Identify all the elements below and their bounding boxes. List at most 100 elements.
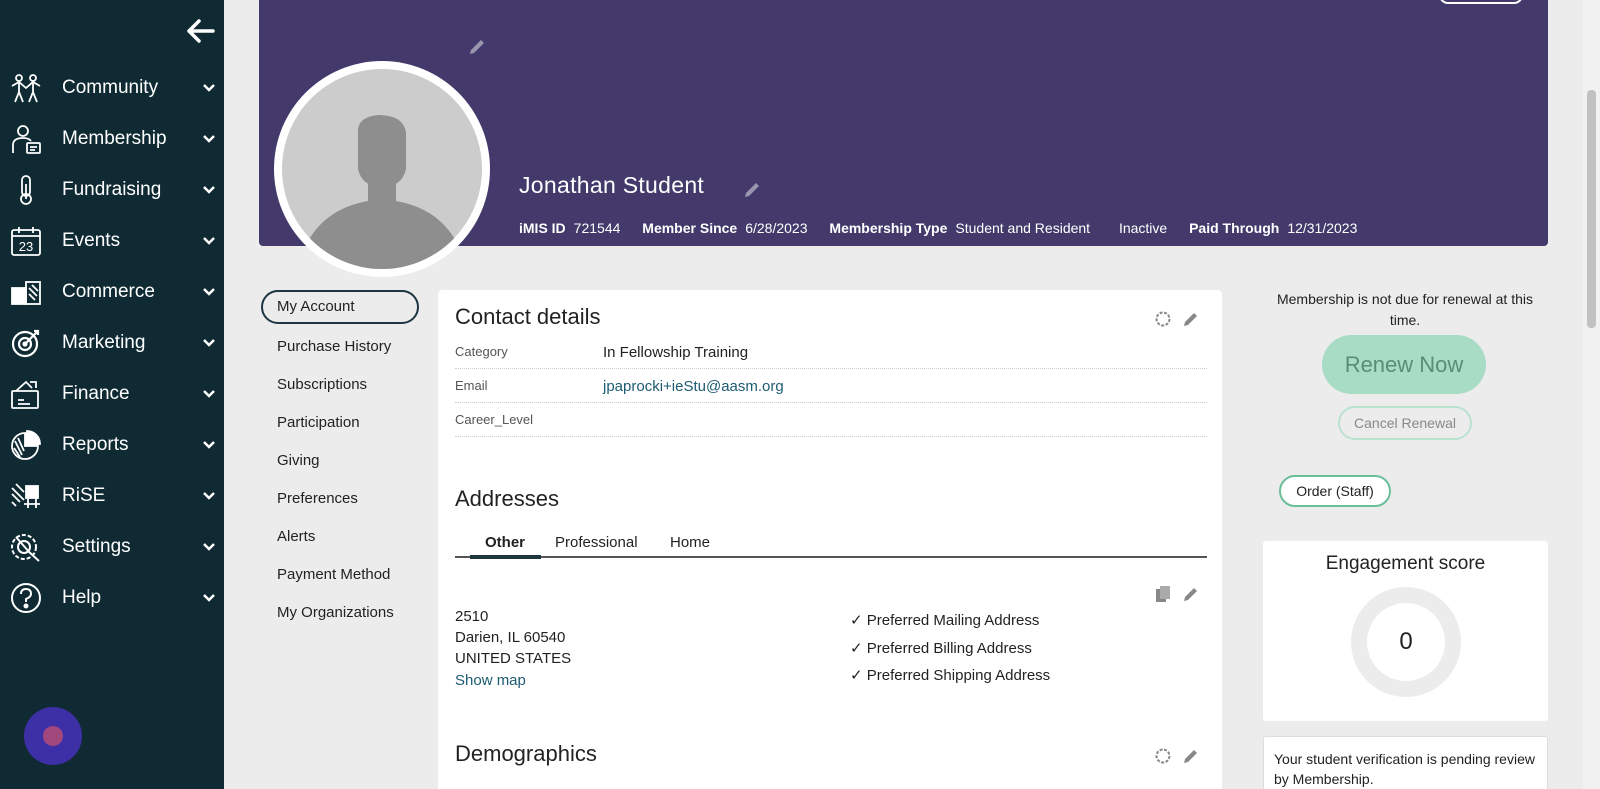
sidebar-item-label: Community: [62, 77, 159, 98]
page-scrollbar[interactable]: [1583, 0, 1600, 789]
avatar[interactable]: [274, 61, 490, 277]
chevron-down-icon: [203, 135, 215, 143]
imis-id-value: 721544: [573, 220, 621, 236]
membership-type-label: Membership Type: [829, 220, 948, 236]
membership-icon: [9, 122, 43, 156]
paid-through-value: 12/31/2023: [1287, 220, 1358, 236]
chevron-down-icon: [203, 543, 215, 551]
chat-launcher-button[interactable]: [24, 707, 82, 765]
svg-text:23: 23: [19, 239, 33, 254]
sidebar-item-community[interactable]: Community: [0, 66, 224, 110]
profile-meta: iMIS ID 721544 Member Since 6/28/2023 Memb…: [519, 220, 1375, 236]
account-nav-giving[interactable]: Giving: [261, 442, 419, 480]
account-nav: My Account Purchase History Subscription…: [261, 290, 419, 632]
verification-notice: Your student verification is pending rev…: [1263, 736, 1548, 789]
imis-id-label: iMIS ID: [519, 220, 566, 236]
tab-professional[interactable]: Professional: [555, 534, 638, 551]
settings-gear-icon[interactable]: [1154, 747, 1172, 765]
engagement-score-value: 0: [1351, 587, 1461, 697]
field-value: In Fellowship Training: [603, 344, 749, 361]
sidebar-item-events[interactable]: 23 Events: [0, 219, 224, 263]
account-nav-participation[interactable]: Participation: [261, 404, 419, 442]
chevron-down-icon: [203, 339, 215, 347]
sidebar-item-label: Settings: [62, 536, 131, 557]
order-staff-button[interactable]: Order (Staff): [1279, 475, 1391, 507]
rise-icon: [9, 479, 43, 513]
renew-now-button[interactable]: Renew Now: [1322, 335, 1486, 394]
account-nav-alerts[interactable]: Alerts: [261, 518, 419, 556]
profile-name: Jonathan Student: [519, 172, 705, 198]
sidebar-item-fundraising[interactable]: Fundraising: [0, 168, 224, 212]
reports-icon: [9, 428, 43, 462]
help-icon: [9, 581, 43, 615]
contact-field-row: Career_Level: [455, 403, 1207, 437]
edit-contact-pencil-icon[interactable]: [1182, 310, 1200, 328]
sidebar-item-help[interactable]: Help: [0, 576, 224, 620]
chat-dot-icon: [43, 726, 63, 746]
sidebar-item-label: Reports: [62, 434, 129, 455]
edit-demographics-pencil-icon[interactable]: [1182, 747, 1200, 765]
engagement-score-card: Engagement score 0: [1263, 541, 1548, 721]
events-icon: 23: [9, 224, 43, 258]
scrollbar-thumb[interactable]: [1587, 90, 1596, 328]
contact-details-title: Contact details: [455, 304, 601, 329]
engagement-score-title: Engagement score: [1325, 553, 1486, 574]
account-nav-my-organizations[interactable]: My Organizations: [261, 594, 419, 632]
membership-status: Inactive: [1118, 220, 1168, 236]
sidebar-item-settings[interactable]: Settings: [0, 525, 224, 569]
chevron-down-icon: [203, 594, 215, 602]
edit-name-pencil-icon[interactable]: [742, 180, 762, 200]
chevron-down-icon: [203, 288, 215, 296]
sidebar-item-label: Finance: [62, 383, 130, 404]
back-arrow-icon[interactable]: [186, 16, 216, 46]
field-label: Career_Level: [455, 412, 534, 427]
settings-gear-icon[interactable]: [1154, 310, 1172, 328]
chevron-down-icon: [203, 441, 215, 449]
active-tab-indicator: [470, 555, 541, 559]
sidebar-item-label: Help: [62, 587, 102, 608]
chevron-down-icon: [203, 84, 215, 92]
tab-other[interactable]: Other: [485, 534, 525, 551]
account-details-card: Contact details Category In Fellowship T…: [438, 290, 1222, 789]
chevron-down-icon: [203, 237, 215, 245]
banner-action-button[interactable]: [1439, 0, 1523, 4]
addresses-title: Addresses: [455, 486, 559, 511]
edit-address-pencil-icon[interactable]: [1182, 585, 1200, 603]
contact-field-row: Category In Fellowship Training: [455, 335, 1207, 369]
sidebar-item-label: Commerce: [62, 281, 155, 302]
membership-type-value: Student and Resident: [955, 220, 1091, 236]
account-nav-subscriptions[interactable]: Subscriptions: [261, 366, 419, 404]
settings-icon: [9, 530, 43, 564]
contact-field-row: Email jpaprocki+ieStu@aasm.org: [455, 369, 1207, 403]
sidebar-item-membership[interactable]: Membership: [0, 117, 224, 161]
tab-home[interactable]: Home: [670, 534, 710, 551]
sidebar-item-rise[interactable]: RiSE: [0, 474, 224, 518]
field-label: Email: [455, 378, 488, 393]
cancel-renewal-button[interactable]: Cancel Renewal: [1338, 406, 1472, 440]
copy-address-icon[interactable]: [1154, 585, 1172, 603]
account-nav-preferences[interactable]: Preferences: [261, 480, 419, 518]
show-map-link[interactable]: Show map: [455, 672, 526, 689]
sidebar-item-commerce[interactable]: Commerce: [0, 270, 224, 314]
email-link[interactable]: jpaprocki+ieStu@aasm.org: [603, 378, 784, 395]
sidebar-item-marketing[interactable]: Marketing: [0, 321, 224, 365]
member-since-value: 6/28/2023: [745, 220, 808, 236]
default-person-silhouette-icon: [304, 115, 460, 269]
account-nav-my-account[interactable]: My Account: [261, 290, 419, 324]
sidebar-item-label: Events: [62, 230, 121, 251]
marketing-icon: [9, 326, 43, 360]
address-tabs: Other Professional Home: [455, 534, 1207, 559]
sidebar-item-reports[interactable]: Reports: [0, 423, 224, 467]
sidebar-item-label: Fundraising: [62, 179, 162, 200]
sidebar-item-label: Marketing: [62, 332, 146, 353]
sidebar-item-finance[interactable]: Finance: [0, 372, 224, 416]
member-since-label: Member Since: [642, 220, 738, 236]
chevron-down-icon: [203, 390, 215, 398]
fundraising-icon: [9, 173, 43, 207]
edit-avatar-pencil-icon[interactable]: [467, 37, 487, 57]
account-nav-purchase-history[interactable]: Purchase History: [261, 328, 419, 366]
field-label: Category: [455, 344, 508, 359]
address-line: Darien, IL 60540: [455, 629, 566, 646]
preferred-billing: ✓ Preferred Billing Address: [850, 640, 1032, 657]
account-nav-payment-method[interactable]: Payment Method: [261, 556, 419, 594]
